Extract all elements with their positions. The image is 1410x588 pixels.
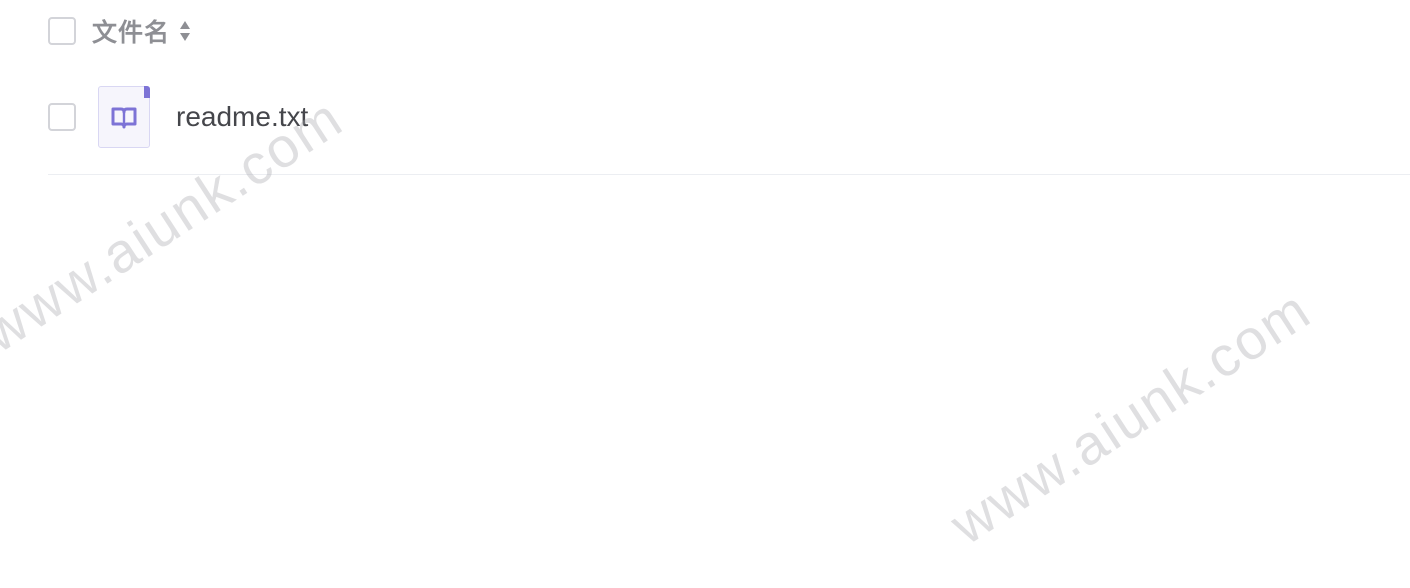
file-row-checkbox[interactable] [48,103,76,131]
file-list-header: 文件名 [48,0,1410,62]
file-name[interactable]: readme.txt [176,101,308,133]
row-divider [48,174,1410,175]
file-corner-mark [144,86,150,98]
sort-icon[interactable] [179,18,191,44]
filename-column-header[interactable]: 文件名 [92,13,191,49]
sort-arrows-icon [180,21,191,41]
book-icon [111,107,137,129]
select-all-checkbox[interactable] [48,17,76,45]
file-list: 文件名 readme.txt [48,0,1410,176]
file-row[interactable]: readme.txt [48,62,1410,176]
watermark-text: www.aiunk.com [939,277,1322,557]
file-type-thumbnail [98,86,150,148]
file-browser-page: 文件名 readme.txt www.aiunk.com www.aiunk.c… [0,0,1410,588]
filename-column-title: 文件名 [92,18,171,47]
